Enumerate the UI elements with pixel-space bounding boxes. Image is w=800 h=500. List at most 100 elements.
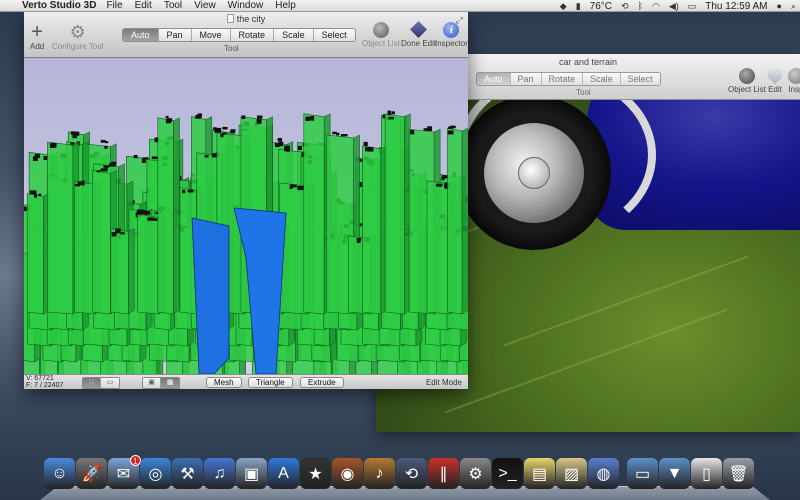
rooftop-detail [449, 125, 456, 129]
xcode-icon[interactable]: ⚒ [172, 458, 203, 489]
applications-folder-icon[interactable]: ▭ [627, 458, 658, 489]
clock[interactable]: Thu 12:59 AM [705, 1, 767, 12]
building[interactable] [303, 113, 325, 315]
user-icon[interactable]: ● [777, 1, 782, 11]
car-tool-rotate[interactable]: Rotate [541, 73, 584, 85]
menu-window[interactable]: Window [228, 0, 264, 11]
app-menu[interactable]: Verto Studio 3D [22, 0, 96, 11]
face-select-button[interactable]: ▭ [101, 378, 119, 388]
inspector-icon [788, 68, 800, 84]
menu-view[interactable]: View [194, 0, 216, 11]
wifi-icon[interactable]: ◠ [652, 1, 660, 12]
car-object-list-label: Object List [728, 85, 766, 94]
done-edit-button[interactable]: Done Edit [401, 21, 436, 48]
volume-icon[interactable]: ◀) [669, 1, 679, 12]
rooftop-detail [297, 185, 304, 191]
rooftop-detail [43, 156, 48, 160]
terminal-icon[interactable]: >_ [492, 458, 523, 489]
time-machine-status-icon[interactable]: ⟲ [621, 1, 629, 12]
building[interactable] [47, 141, 74, 315]
rooftop-detail [24, 206, 27, 212]
tool-pan[interactable]: Pan [158, 29, 192, 41]
menu-file[interactable]: File [106, 0, 122, 11]
system-preferences-icon[interactable]: ⚙ [460, 458, 491, 489]
blender-icon[interactable]: ◍ [588, 458, 619, 489]
wire-view-button[interactable]: ▦ [161, 378, 179, 388]
rooftop-detail [387, 110, 392, 115]
garageband-icon[interactable]: ♪ [364, 458, 395, 489]
menu-edit[interactable]: Edit [135, 0, 152, 11]
tool-select[interactable]: Select [313, 29, 355, 41]
selected-building[interactable] [191, 217, 230, 374]
battery-icon[interactable]: ▭ [688, 1, 697, 12]
stickies-icon[interactable]: ▤ [524, 458, 555, 489]
building[interactable] [92, 170, 111, 315]
solid-view-button[interactable]: ▣ [143, 378, 161, 388]
grass-texture [444, 308, 728, 414]
building[interactable] [137, 214, 160, 315]
building[interactable] [362, 145, 382, 315]
mail-icon[interactable]: ✉ 1 [108, 455, 141, 489]
launchpad-icon[interactable]: 🚀 [76, 458, 107, 489]
extrude-button[interactable]: Extrude [300, 377, 344, 388]
inspector-button[interactable]: i Inspector [435, 22, 468, 48]
object-list-icon [738, 68, 755, 84]
safari-icon[interactable]: ◎ [140, 458, 171, 489]
city-window-toolbar: the city ⤢ + Add ⚙ Configure Tool Auto P… [24, 12, 468, 58]
preview-icon[interactable]: ▨ [556, 458, 587, 489]
rooftop-detail [410, 130, 415, 135]
car-tool-auto[interactable]: Auto [477, 73, 511, 85]
configure-tool-button[interactable]: ⚙ Configure Tool [52, 22, 103, 51]
building[interactable] [26, 193, 44, 315]
spotlight-icon[interactable]: ⌕ [791, 1, 796, 12]
building-side [461, 127, 468, 315]
tool-auto[interactable]: Auto [123, 29, 159, 41]
building[interactable] [426, 180, 451, 315]
tool-move[interactable]: Move [191, 29, 231, 41]
time-machine-icon[interactable]: ⟲ [396, 458, 427, 489]
car-tool-scale[interactable]: Scale [583, 73, 621, 85]
grass-texture [503, 255, 749, 347]
trash-icon[interactable]: 🗑 [723, 458, 754, 489]
downloads-folder-icon[interactable]: ▼ [659, 458, 690, 489]
mesh-mode-button[interactable]: Mesh [206, 377, 242, 388]
car-object-list-button[interactable]: Object List [728, 68, 766, 94]
rooftop-detail [72, 131, 80, 136]
object-list-button[interactable]: Object List [362, 22, 400, 48]
face-count: F: 7 / 22407 [26, 382, 64, 389]
city-3d-viewport[interactable] [24, 58, 468, 374]
car-edit-button[interactable]: Edit [768, 68, 782, 94]
building[interactable] [447, 127, 463, 315]
rooftop-detail [222, 132, 227, 135]
iphoto-icon[interactable]: ▣ [236, 458, 267, 489]
app-store-icon[interactable]: A [268, 458, 299, 489]
building[interactable] [74, 181, 96, 315]
car-tool-select[interactable]: Select [620, 73, 660, 85]
itunes-icon[interactable]: ♫ [204, 458, 235, 489]
triangle-mode-button[interactable]: Triangle [248, 377, 293, 388]
menu-tool[interactable]: Tool [164, 0, 182, 11]
rooftop-detail [388, 117, 395, 120]
add-button[interactable]: + Add [30, 22, 44, 51]
finder-icon[interactable]: ☺ [44, 458, 75, 489]
menu-help[interactable]: Help [275, 0, 296, 11]
rooftop-detail [256, 119, 262, 124]
vertex-select-button[interactable]: ∷ [83, 378, 101, 388]
photo-booth-icon[interactable]: ◉ [332, 458, 363, 489]
parallels-icon[interactable]: ∥ [428, 458, 459, 489]
temperature-readout[interactable]: 76°C [590, 1, 612, 12]
bluetooth-icon[interactable]: ᛒ [638, 1, 643, 11]
dropbox-icon[interactable]: ◆ [560, 1, 567, 12]
building[interactable] [110, 228, 129, 315]
car-tool-pan[interactable]: Pan [510, 73, 542, 85]
dock: ☺ 🚀 ✉ 1 ◎ ⚒ ♫ ▣ A ★ ◉ ♪ ⟲ ∥ ⚙ >_ ▤ ▨ ◍ ▭ ▼ ▯ 🗑 [40, 454, 770, 500]
tool-scale[interactable]: Scale [274, 29, 314, 41]
building[interactable] [384, 113, 405, 315]
building[interactable] [157, 117, 174, 315]
tool-rotate[interactable]: Rotate [230, 29, 275, 41]
car-inspector-button[interactable]: Insp [788, 68, 800, 94]
edit-icon [768, 68, 782, 84]
document-icon[interactable]: ▯ [691, 458, 722, 489]
imovie-icon[interactable]: ★ [300, 458, 331, 489]
rooftop-detail [141, 158, 146, 163]
